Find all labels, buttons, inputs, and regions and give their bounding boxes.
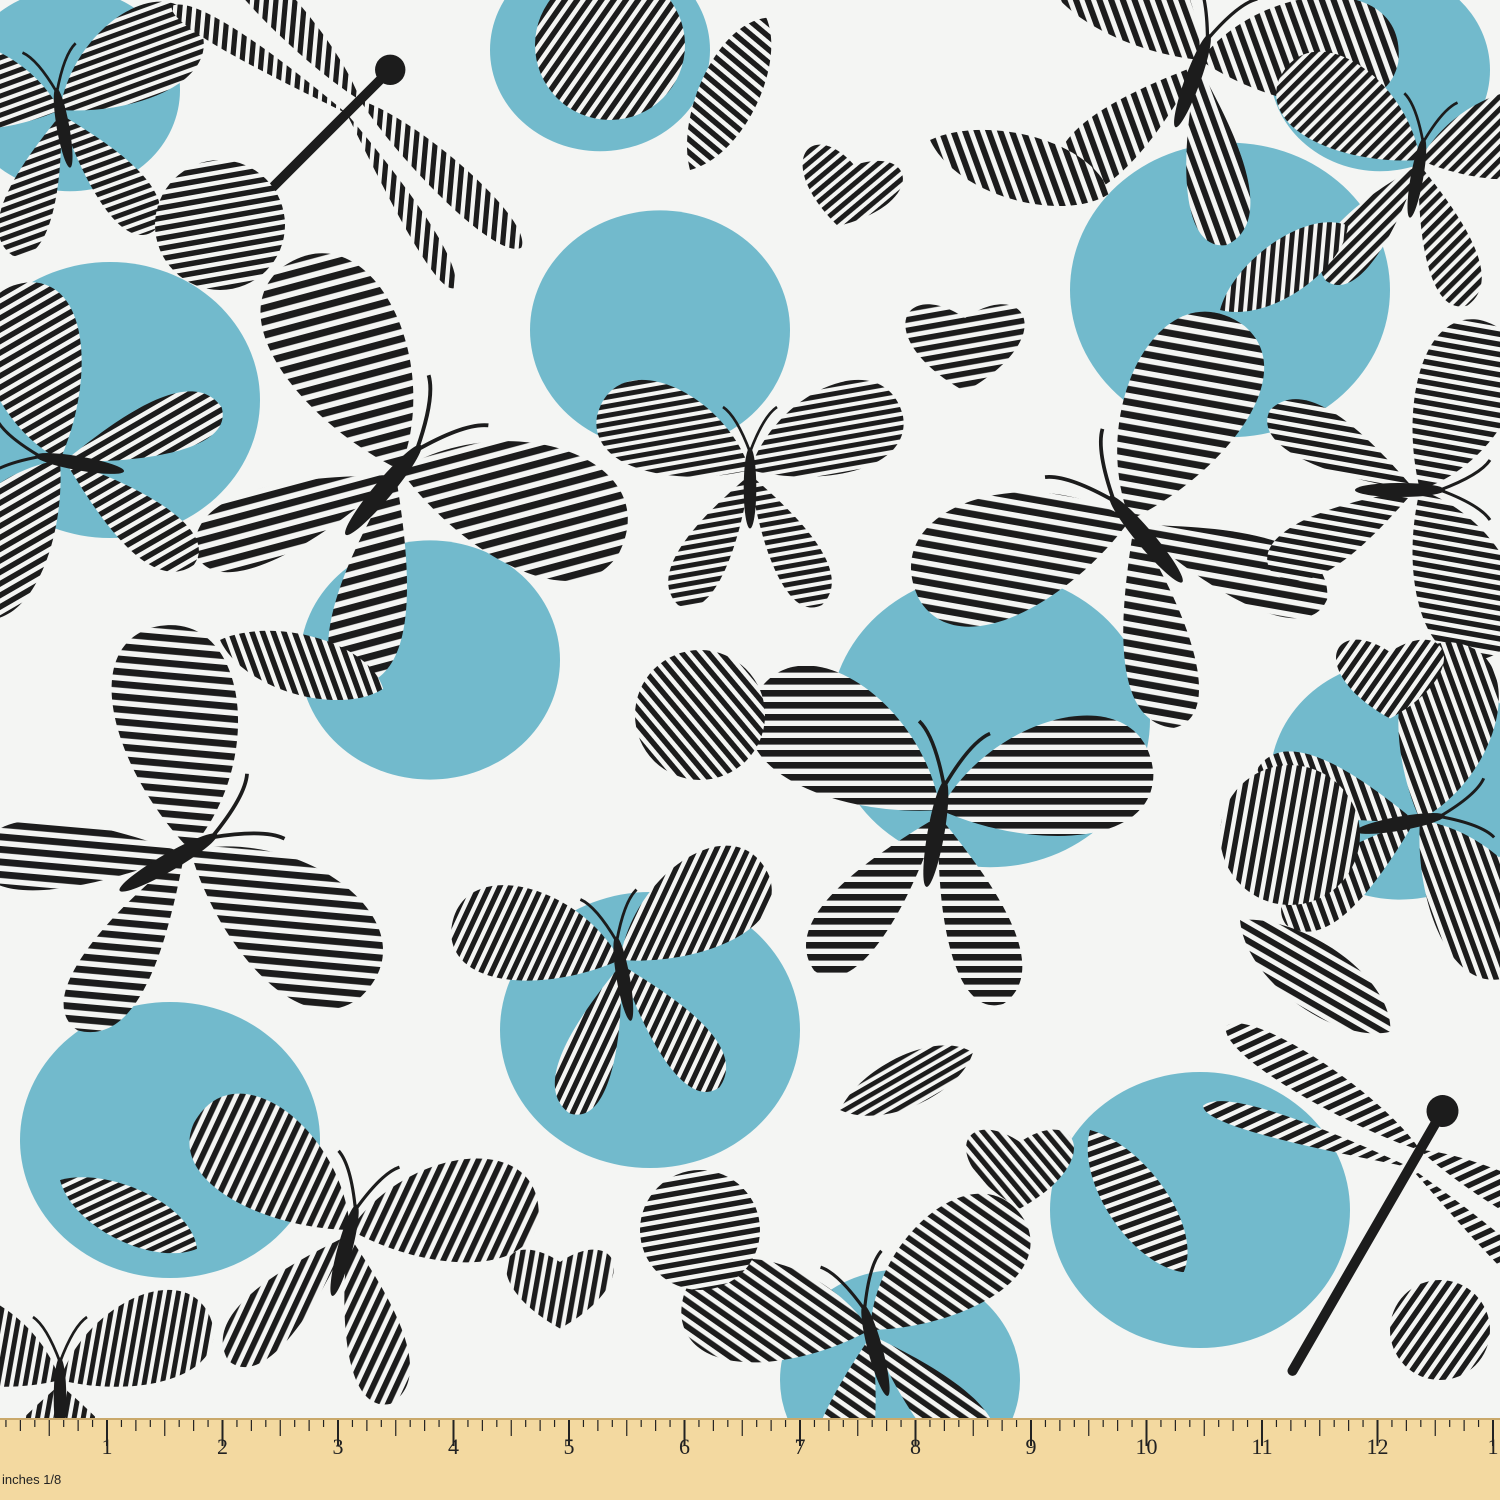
ruler-ticks: [5, 1420, 1494, 1446]
ruler-unit-label: inches 1/8: [2, 1472, 62, 1487]
blue-spot: [1050, 1072, 1350, 1348]
butterfly-body: [743, 447, 757, 529]
ruler-number: 7: [794, 1434, 806, 1459]
ruler-number: 12: [1366, 1434, 1389, 1459]
striped-circle: [1390, 1280, 1490, 1380]
striped-circle: [1220, 765, 1360, 905]
ruler-number: 8: [910, 1434, 921, 1459]
butterfly-pattern: [0, 0, 1500, 1418]
ruler-number: 1: [101, 1434, 113, 1459]
ruler-number: 3: [332, 1434, 344, 1459]
striped-circle: [155, 160, 285, 290]
ruler-number: 6: [679, 1434, 690, 1459]
ruler-number: 5: [563, 1434, 575, 1459]
ruler-number: 10: [1135, 1434, 1158, 1459]
ruler-number: 9: [1025, 1434, 1037, 1459]
fabric-swatch-photo: 1 2 3 4 5 6 7 8 9 10 11 12 1 inches 1/8: [0, 0, 1500, 1500]
ruler-number: 2: [217, 1434, 228, 1459]
striped-circle: [635, 650, 765, 780]
ruler-number: 4: [448, 1434, 459, 1459]
striped-circle: [640, 1170, 760, 1290]
butterfly-body: [1355, 483, 1445, 497]
ruler-number: 1: [1487, 1434, 1499, 1459]
measuring-ruler: 1 2 3 4 5 6 7 8 9 10 11 12 1 inches 1/8: [0, 1418, 1500, 1500]
ruler-number: 11: [1251, 1434, 1273, 1459]
